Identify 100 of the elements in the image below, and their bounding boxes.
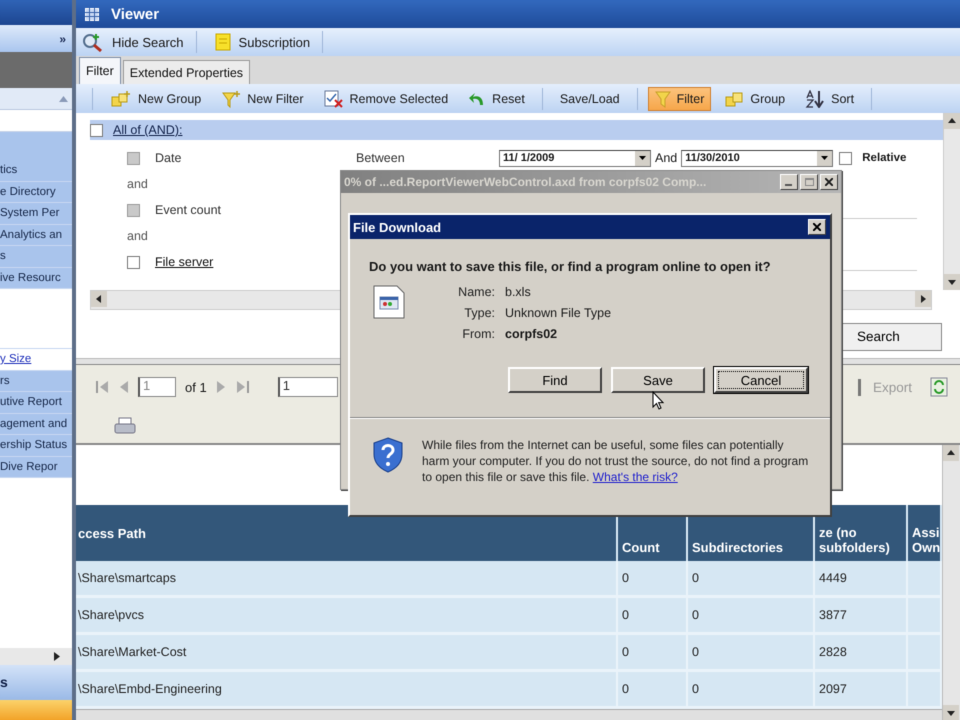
dialog-button[interactable]: Save	[611, 367, 705, 393]
table-cell: \Share\pvcs	[76, 598, 618, 635]
file-icon	[373, 285, 405, 319]
dialog-button[interactable]: Cancel	[714, 367, 808, 393]
relative-label: Relative	[862, 152, 906, 164]
vertical-scrollbar[interactable]	[943, 113, 960, 290]
shield-icon	[372, 437, 404, 473]
sort-caret-icon	[59, 96, 68, 102]
sidebar-item[interactable]: agement and	[0, 414, 72, 435]
scroll-right-icon[interactable]	[54, 652, 60, 661]
tab[interactable]: Filter	[79, 57, 121, 84]
horizontal-scrollbar[interactable]	[76, 709, 942, 720]
toolbar-button[interactable]: Group	[717, 86, 792, 110]
sort-icon[interactable]	[805, 90, 826, 108]
sidebar-item[interactable]: System Per	[0, 203, 72, 224]
sidebar-item[interactable]: utive Report	[0, 392, 72, 414]
dialog-question: Do you want to save this file, or find a program online to open it?	[369, 259, 772, 275]
table-cell: 4449	[815, 561, 908, 598]
last-page-icon[interactable]	[234, 380, 249, 394]
toolbar-button[interactable]: Hide Search	[82, 31, 197, 53]
checkbox[interactable]	[127, 256, 140, 268]
printer-icon[interactable]	[114, 417, 136, 435]
boxes-icon[interactable]	[110, 90, 132, 108]
section-header[interactable]: s	[0, 665, 72, 700]
sidebar-panel-bar	[0, 52, 72, 88]
maximize-button[interactable]	[800, 174, 818, 190]
vertical-scrollbar[interactable]	[942, 445, 960, 720]
remove-icon[interactable]	[324, 90, 344, 108]
tab[interactable]: Extended Properties	[122, 60, 250, 84]
connector-label: and	[127, 177, 148, 191]
table-cell: 0	[688, 598, 815, 635]
dialog-title: File Download	[353, 220, 442, 234]
group-label[interactable]: All of (AND):	[113, 123, 182, 137]
table-cell: 0	[618, 598, 688, 635]
warning-text: While files from the Internet can be useful, some files can potentially harm your computer. If you do not trust the source, do not find a program to open this file or save this file. What's the risk?	[422, 437, 810, 485]
table-cell: \Share\smartcaps	[76, 561, 618, 598]
refresh-icon[interactable]	[930, 377, 948, 397]
grid-icon	[85, 8, 99, 20]
toolbar-button[interactable]: Subscription	[208, 31, 324, 53]
table-cell: 3877	[815, 598, 908, 635]
dropdown-icon[interactable]	[821, 156, 828, 160]
sidebar-item[interactable]: ership Status	[0, 435, 72, 456]
field-value: corpfs02	[505, 327, 558, 341]
close-icon	[813, 223, 821, 231]
sidebar-item[interactable]: s	[0, 246, 72, 268]
table-cell	[908, 598, 942, 635]
sidebar-item[interactable]: rs	[0, 370, 72, 392]
funnel-icon[interactable]	[221, 90, 242, 108]
sidebar-item[interactable]: e Directory	[0, 182, 72, 203]
search-button[interactable]: Search	[842, 322, 942, 350]
toolbar-button[interactable]: Remove Selected	[316, 86, 456, 110]
collapse-button[interactable]: »	[59, 32, 66, 46]
toolbar-button[interactable]: Reset	[461, 86, 532, 110]
sidebar-band	[0, 132, 72, 160]
maximize-icon	[804, 178, 814, 186]
field-value: Unknown File Type	[505, 306, 612, 320]
connector-label: and	[127, 229, 148, 243]
table-cell: 0	[618, 635, 688, 672]
page-field[interactable]: 1	[138, 377, 176, 397]
field-label: Name:	[457, 285, 495, 299]
boxes-icon[interactable]	[724, 90, 744, 108]
sidebar-item[interactable]: ive Resourc	[0, 268, 72, 289]
page-size-field[interactable]: 1	[278, 377, 338, 397]
toolbar-button[interactable]: New Group	[103, 86, 208, 110]
close-button[interactable]	[808, 219, 826, 235]
table-cell: \Share\Embd-Engineering	[76, 672, 618, 709]
close-icon	[825, 178, 833, 186]
toolbar-button[interactable]: New Filter	[214, 86, 310, 110]
horizontal-scrollbar[interactable]	[0, 648, 72, 665]
table-cell: 2097	[815, 672, 908, 709]
sidebar-item[interactable]: Analytics an	[0, 224, 72, 246]
toolbar-button[interactable]: Save/Load	[552, 86, 627, 110]
checkbox[interactable]	[90, 124, 103, 136]
condition-label: Event count	[155, 203, 222, 217]
table-cell: \Share\Market-Cost	[76, 635, 618, 672]
field-value: b.xls	[505, 285, 532, 299]
field-label: From:	[461, 327, 495, 341]
table-cell: 0	[688, 672, 815, 709]
window-title: Viewer	[111, 6, 160, 22]
sidebar-item[interactable]: Dive Repor	[0, 456, 72, 478]
risk-link[interactable]: What's the risk?	[592, 470, 678, 484]
table-cell: 2828	[815, 635, 908, 672]
operator-label: Between	[356, 151, 406, 165]
toolbar-button[interactable]: Sort	[798, 86, 862, 110]
cursor-icon	[652, 391, 664, 410]
close-button[interactable]	[820, 174, 838, 190]
sidebar-item[interactable]: tics	[0, 160, 72, 182]
table-cell	[908, 672, 942, 709]
minimize-button[interactable]	[780, 174, 798, 190]
first-page-icon[interactable]	[96, 380, 110, 394]
joiner-label: And	[654, 151, 678, 165]
magnifier-icon[interactable]	[82, 32, 104, 52]
dialog-button[interactable]: Find	[508, 367, 602, 393]
toolbar-button[interactable]: Filter	[648, 86, 712, 110]
table-cell	[908, 635, 942, 672]
table-cell	[908, 561, 942, 598]
dropdown-icon[interactable]	[639, 156, 646, 160]
condition-label: Date	[155, 151, 182, 165]
table-cell: 0	[618, 672, 688, 709]
table-cell: 0	[688, 561, 815, 598]
